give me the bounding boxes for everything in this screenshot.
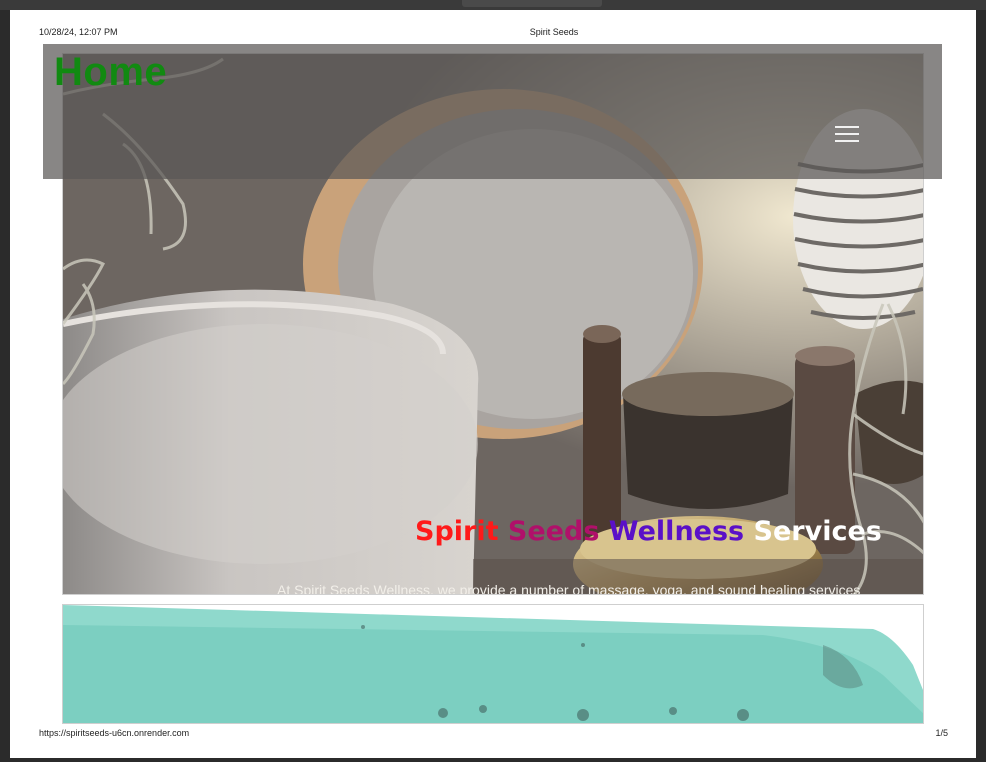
hero-title-word-4: Services (753, 516, 882, 547)
top-tab (462, 0, 602, 7)
hamburger-bar (835, 126, 859, 128)
print-url: https://spiritseeds-u6cn.onrender.com (39, 728, 190, 738)
teal-image-section (62, 604, 924, 724)
teal-image (63, 605, 923, 723)
hamburger-bar (835, 133, 859, 135)
window-top-strip (0, 0, 986, 10)
hero-subtitle: At Spirit Seeds Wellness, we provide a n… (277, 582, 861, 595)
print-page-number: 1/5 (935, 728, 948, 738)
hamburger-bar (835, 140, 859, 142)
printed-page: 10/28/24, 12:07 PM Spirit Seeds Spirit S… (10, 10, 976, 758)
print-title: Spirit Seeds (529, 27, 579, 37)
hero-title: Spirit Seeds Wellness Services (415, 516, 895, 547)
hero-title-word-3: Wellness (608, 516, 745, 547)
hero-title-word-2: Seeds (507, 516, 600, 547)
print-header: 10/28/24, 12:07 PM Spirit Seeds (10, 27, 976, 41)
hamburger-menu-icon[interactable] (835, 124, 859, 144)
print-footer: https://spiritseeds-u6cn.onrender.com 1/… (10, 728, 976, 742)
navbar: Home (43, 44, 942, 179)
hero-title-word-1: Spirit (415, 516, 499, 547)
brand-home-link[interactable]: Home (54, 50, 167, 95)
